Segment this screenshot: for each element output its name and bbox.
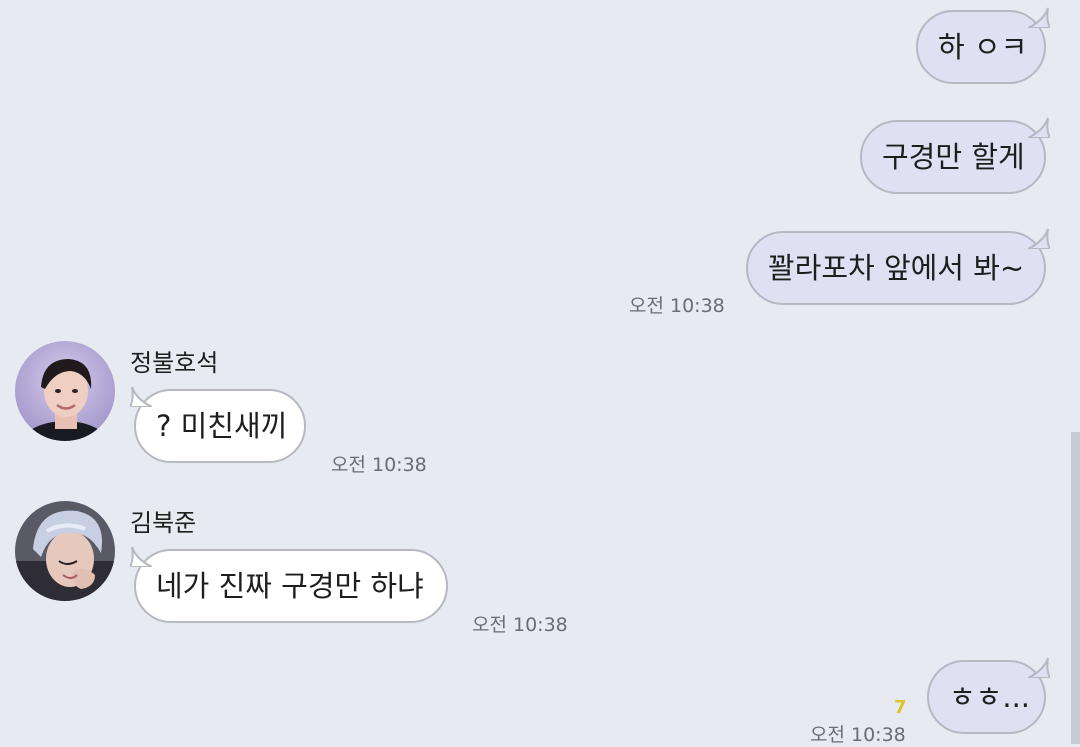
outgoing-message-bubble[interactable]: 구경만 할게: [860, 117, 1050, 194]
avatar-photo-bukjun-icon: [15, 501, 115, 601]
bubble-tail: [130, 386, 152, 407]
message-text: 하 ㅇㅋ: [938, 30, 1028, 64]
avatar[interactable]: [15, 341, 115, 441]
message-timestamp: 오전 10:38: [472, 614, 568, 636]
avatar[interactable]: [15, 501, 115, 601]
bubble-tail: [1028, 7, 1050, 28]
unread-count-badge: 7: [894, 697, 907, 718]
message-text: ㅎㅎ...: [949, 680, 1031, 714]
incoming-message-bubble[interactable]: 네가 진짜 구경만 하냐: [130, 546, 448, 623]
message-text: 꽐라포차 앞에서 봐~: [768, 251, 1025, 285]
outgoing-message-bubble[interactable]: 하 ㅇㅋ: [916, 7, 1050, 84]
bubble-tail: [130, 546, 152, 567]
message-text: 구경만 할게: [882, 140, 1025, 174]
bubble-tail: [1028, 117, 1050, 138]
message-timestamp: 오전 10:38: [629, 295, 725, 317]
scrollbar[interactable]: [1071, 432, 1080, 744]
message-text: 네가 진짜 구경만 하냐: [156, 569, 424, 603]
bubble-tail: [1028, 657, 1050, 678]
chat-message-list[interactable]: 하 ㅇㅋ 구경만 할게 꽐라포차 앞에서 봐~ 오전 10:38 정불호석 ? …: [0, 0, 1080, 746]
avatar-photo-hoseok-icon: [15, 341, 115, 441]
bubble-tail: [1028, 228, 1050, 249]
message-text: ? 미친새끼: [156, 409, 288, 443]
sender-name: 정불호석: [130, 349, 219, 377]
incoming-message-bubble[interactable]: ? 미친새끼: [130, 386, 306, 463]
sender-name: 김북준: [130, 509, 197, 537]
outgoing-message-bubble[interactable]: 꽐라포차 앞에서 봐~: [746, 228, 1050, 305]
outgoing-message-bubble[interactable]: ㅎㅎ...: [927, 657, 1050, 734]
message-timestamp: 오전 10:38: [810, 724, 906, 746]
message-timestamp: 오전 10:38: [331, 454, 427, 476]
